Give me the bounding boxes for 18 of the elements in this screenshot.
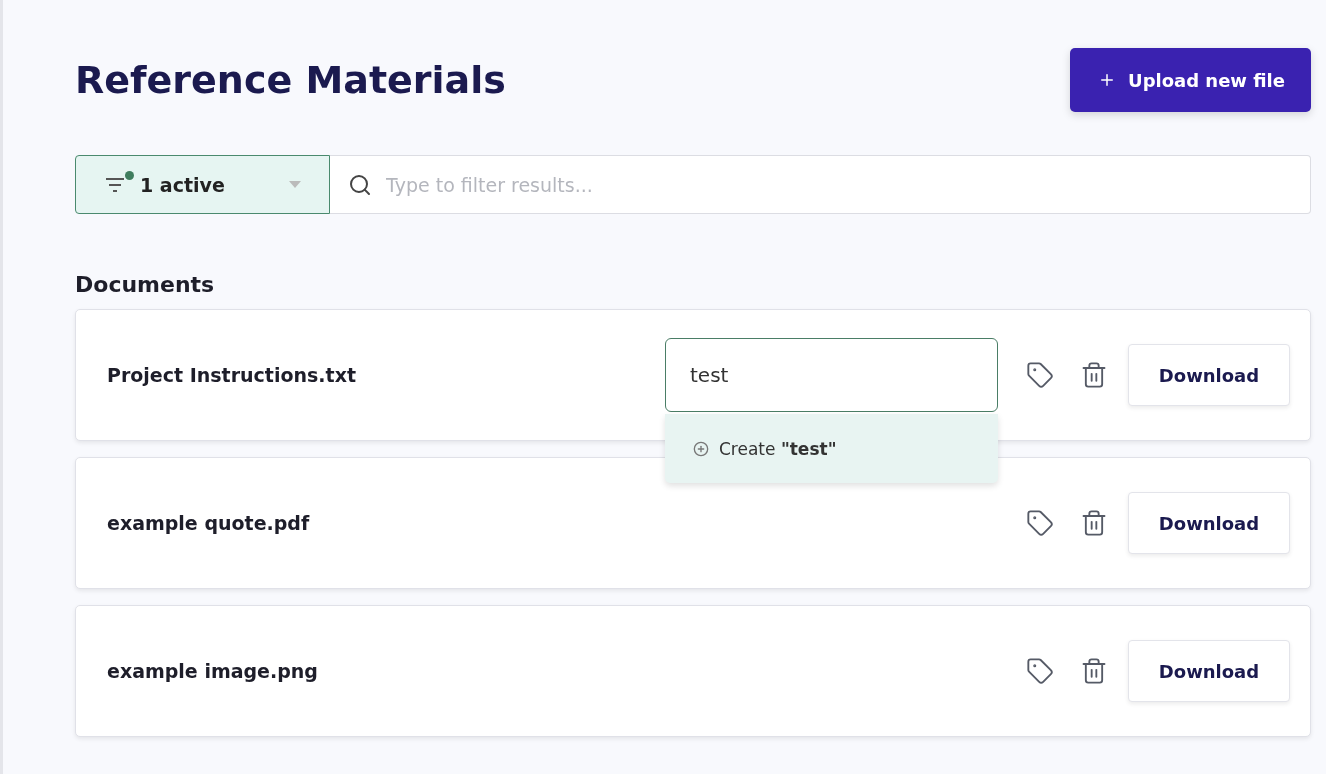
create-tag-option[interactable]: Create "test" bbox=[693, 438, 837, 459]
plus-icon bbox=[1098, 71, 1116, 89]
upload-button[interactable]: Upload new file bbox=[1070, 48, 1311, 112]
document-name: example image.png bbox=[107, 660, 319, 682]
download-button[interactable]: Download bbox=[1128, 492, 1290, 554]
download-button[interactable]: Download bbox=[1128, 640, 1290, 702]
document-name: example quote.pdf bbox=[107, 512, 311, 534]
download-button[interactable]: Download bbox=[1128, 344, 1290, 406]
filter-dropdown[interactable]: 1 active bbox=[75, 155, 330, 214]
page-title: Reference Materials bbox=[75, 58, 506, 102]
search-icon bbox=[348, 172, 372, 197]
search-field[interactable]: Type to filter results... bbox=[330, 155, 1311, 214]
section-title: Documents bbox=[75, 272, 216, 297]
caret-icon bbox=[289, 181, 301, 188]
document-name: Project Instructions.txt bbox=[107, 364, 357, 386]
tag-input[interactable]: test bbox=[665, 338, 998, 412]
plus-circle-icon bbox=[693, 440, 709, 457]
search-input[interactable]: Type to filter results... bbox=[384, 172, 1292, 197]
